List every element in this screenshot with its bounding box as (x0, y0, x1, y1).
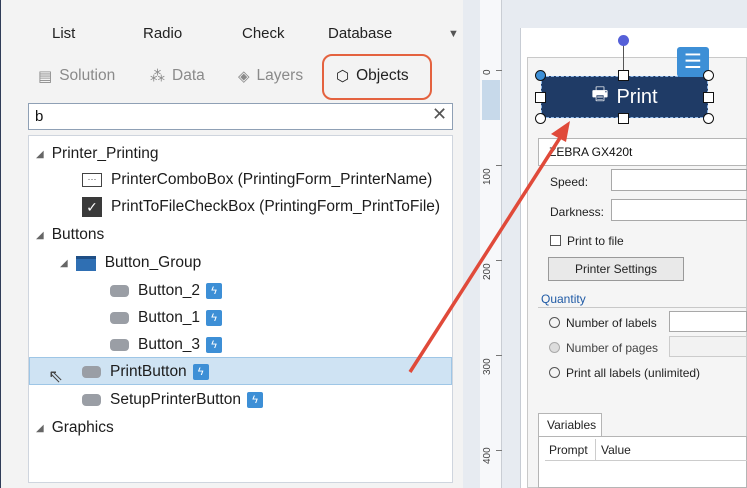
arrow-head (551, 121, 570, 142)
designer-window: List Radio Check Database ▼ ▤ Solution ⁂ D… (0, 0, 747, 488)
arrow-line (408, 129, 567, 373)
annotation-arrow (408, 121, 570, 373)
